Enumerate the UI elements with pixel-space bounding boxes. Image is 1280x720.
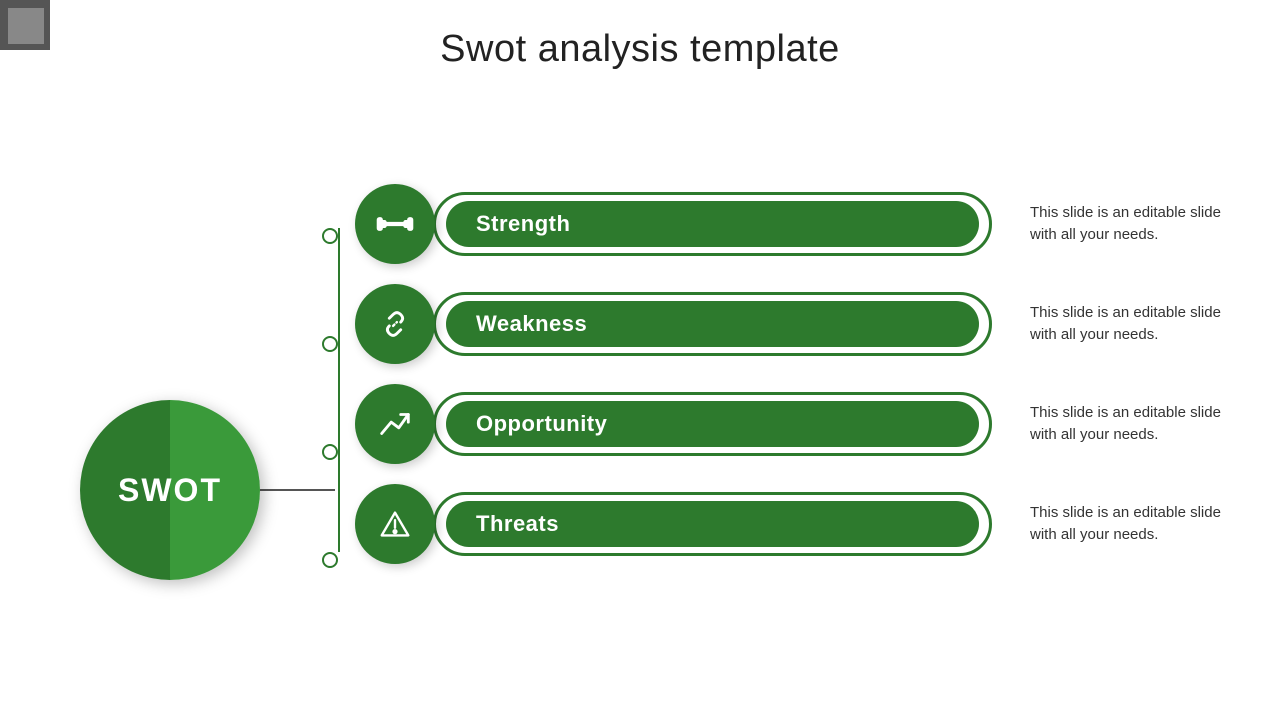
dumbbell-icon: [376, 205, 414, 243]
broken-link-icon: [376, 305, 414, 343]
threats-label: Threats: [476, 511, 559, 537]
swot-item-opportunity: Opportunity This slide is an editable sl…: [355, 384, 1250, 464]
weakness-icon-circle: [355, 284, 435, 364]
warning-icon: [376, 505, 414, 543]
threats-icon-circle: [355, 484, 435, 564]
threats-pill-outer: Threats: [433, 492, 992, 556]
timeline-line: [338, 228, 340, 552]
page-title: Swot analysis template: [0, 0, 1280, 71]
timeline-dot-1: [322, 228, 338, 244]
horizontal-connector: [260, 489, 335, 491]
opportunity-pill: Opportunity: [433, 392, 992, 456]
swot-item-strength: Strength This slide is an editable slide…: [355, 184, 1250, 264]
weakness-pill: Weakness: [433, 292, 992, 356]
weakness-pill-inner: Weakness: [446, 301, 979, 347]
opportunity-pill-outer: Opportunity: [433, 392, 992, 456]
swot-item-weakness: Weakness This slide is an editable slide…: [355, 284, 1250, 364]
opportunity-icon-circle: [355, 384, 435, 464]
swot-circle: SWOT: [80, 400, 260, 580]
deco-square-light: [8, 8, 44, 44]
timeline-dot-3: [322, 444, 338, 460]
timeline-dot-2: [322, 336, 338, 352]
strength-description: This slide is an editable slide with all…: [1030, 202, 1250, 247]
swot-items-container: Strength This slide is an editable slide…: [355, 184, 1250, 564]
threats-description: This slide is an editable slide with all…: [1030, 502, 1250, 547]
weakness-description: This slide is an editable slide with all…: [1030, 302, 1250, 347]
strength-icon-circle: [355, 184, 435, 264]
threats-pill: Threats: [433, 492, 992, 556]
opportunity-pill-inner: Opportunity: [446, 401, 979, 447]
strength-pill-inner: Strength: [446, 201, 979, 247]
timeline-dot-4: [322, 552, 338, 568]
weakness-pill-outer: Weakness: [433, 292, 992, 356]
swot-item-threats: Threats This slide is an editable slide …: [355, 484, 1250, 564]
trending-up-icon: [376, 405, 414, 443]
swot-label: SWOT: [118, 472, 222, 509]
opportunity-label: Opportunity: [476, 411, 607, 437]
strength-pill-outer: Strength: [433, 192, 992, 256]
threats-pill-inner: Threats: [446, 501, 979, 547]
weakness-label: Weakness: [476, 311, 587, 337]
swot-circle-container: SWOT: [80, 400, 260, 580]
opportunity-description: This slide is an editable slide with all…: [1030, 402, 1250, 447]
strength-label: Strength: [476, 211, 570, 237]
strength-pill: Strength: [433, 192, 992, 256]
